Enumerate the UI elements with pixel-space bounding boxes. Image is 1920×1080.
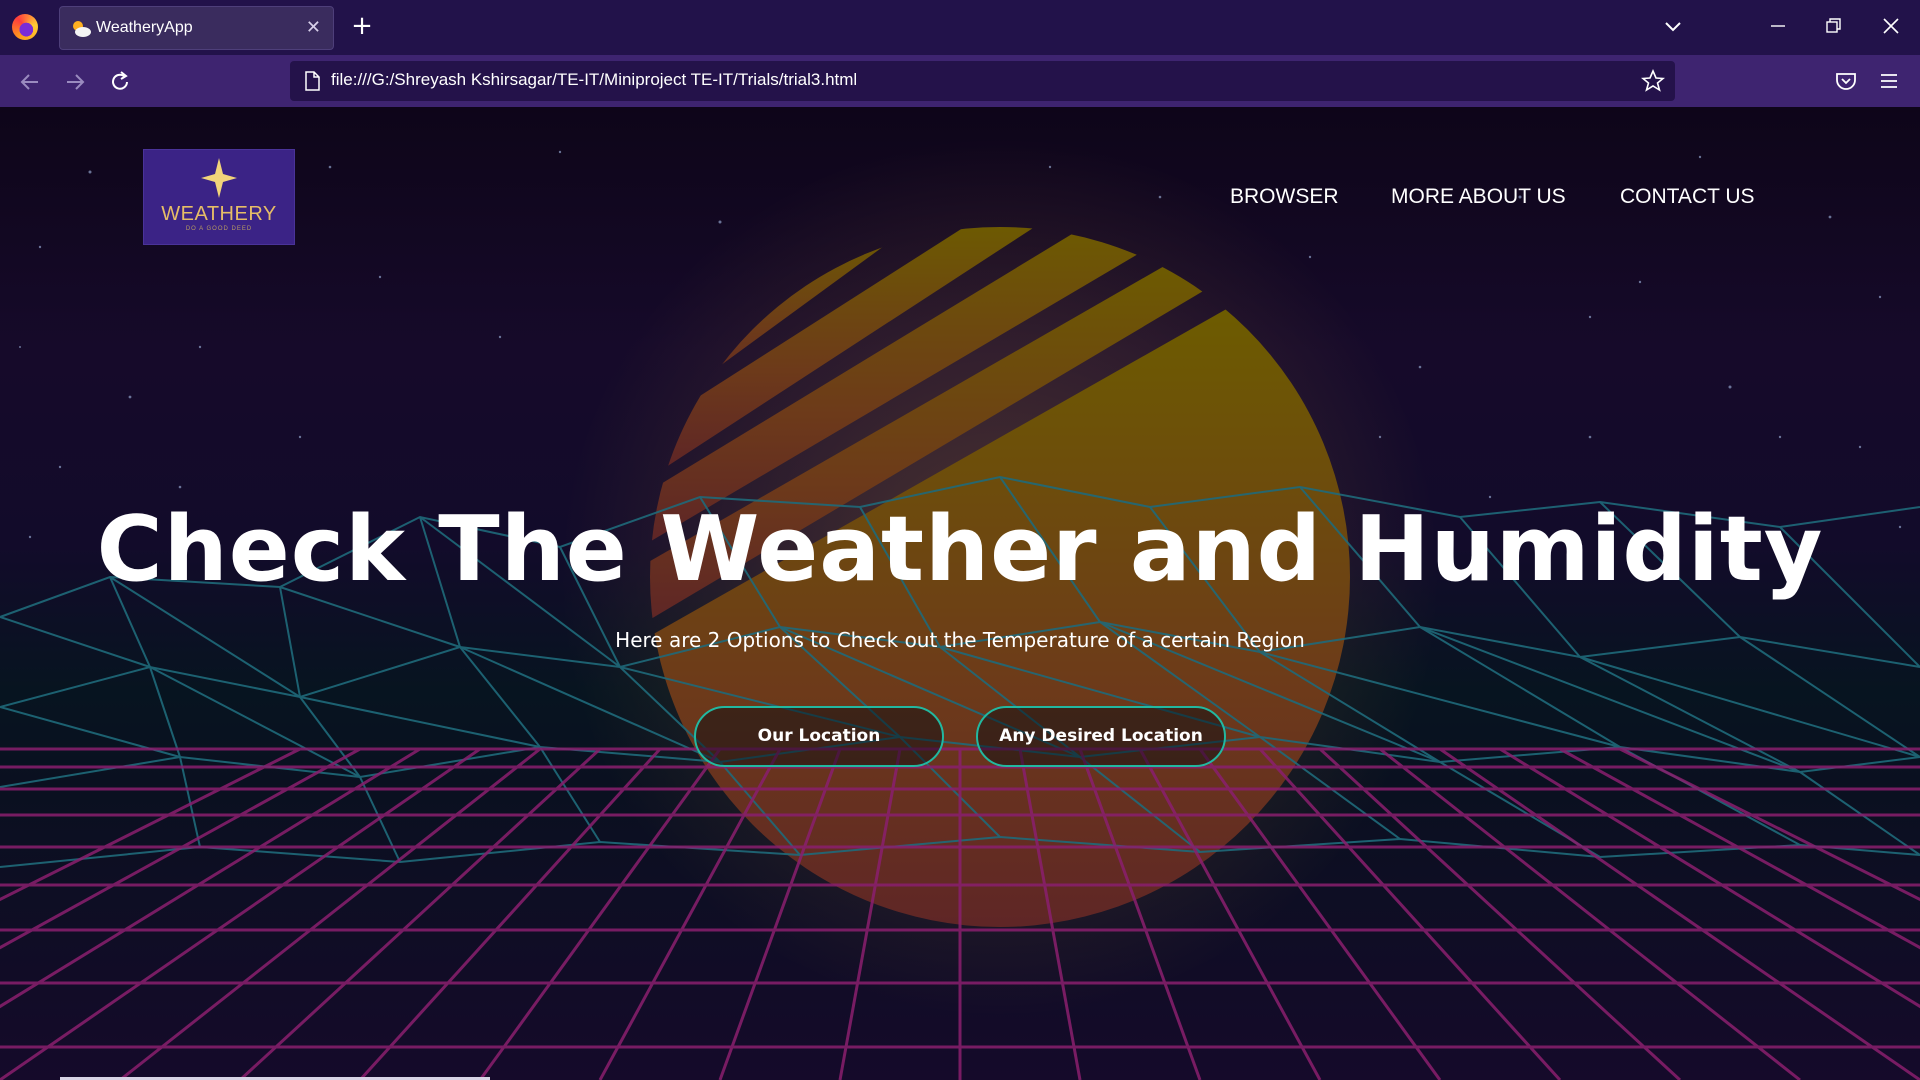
url-text[interactable]: file:///G:/Shreyash Kshirsagar/TE-IT/Min… — [331, 70, 857, 90]
forward-arrow-icon[interactable] — [62, 69, 88, 95]
nav-link-more-about-us[interactable]: MORE ABOUT US — [1391, 185, 1566, 209]
close-icon[interactable]: ✕ — [306, 17, 321, 38]
site-logo[interactable]: WEATHERY DO A GOOD DEED — [144, 150, 294, 244]
reload-icon[interactable] — [107, 69, 133, 95]
close-window-icon[interactable] — [1880, 15, 1902, 37]
site-nav: BROWSER MORE ABOUT US CONTACT US — [1230, 185, 1760, 215]
browser-tab[interactable]: WeatheryApp ✕ — [59, 6, 334, 50]
tab-title: WeatheryApp — [96, 19, 193, 36]
logo-tagline: DO A GOOD DEED — [185, 226, 253, 232]
page-icon — [305, 71, 320, 91]
browser-nav-bar: file:///G:/Shreyash Kshirsagar/TE-IT/Min… — [0, 55, 1920, 107]
pocket-icon[interactable] — [1834, 69, 1858, 93]
bookmark-star-icon[interactable] — [1641, 69, 1665, 93]
page-viewport: WEATHERY DO A GOOD DEED BROWSER MORE ABO… — [0, 107, 1920, 1080]
our-location-button[interactable]: Our Location — [694, 706, 944, 767]
restore-icon[interactable] — [1825, 17, 1843, 35]
url-bar[interactable]: file:///G:/Shreyash Kshirsagar/TE-IT/Min… — [290, 61, 1675, 101]
browser-tab-bar: WeatheryApp ✕ + — [0, 0, 1920, 55]
chevron-down-icon[interactable] — [1663, 17, 1683, 37]
nav-link-contact-us[interactable]: CONTACT US — [1620, 185, 1755, 209]
tab-favicon-weather-icon — [73, 21, 91, 37]
grid-floor — [0, 747, 1920, 1080]
hero-title: Check The Weather and Humidity — [96, 497, 1824, 602]
plus-icon[interactable]: + — [350, 10, 374, 42]
logo-text: WEATHERY — [161, 203, 277, 225]
hero-subtitle: Here are 2 Options to Check out the Temp… — [615, 628, 1305, 652]
minimize-icon[interactable] — [1768, 14, 1788, 38]
back-arrow-icon[interactable] — [17, 69, 43, 95]
firefox-icon[interactable] — [12, 14, 38, 40]
any-desired-location-button[interactable]: Any Desired Location — [976, 706, 1226, 767]
nav-link-browser[interactable]: BROWSER — [1230, 185, 1339, 209]
hamburger-menu-icon[interactable] — [1877, 69, 1901, 93]
star-icon — [201, 158, 237, 198]
